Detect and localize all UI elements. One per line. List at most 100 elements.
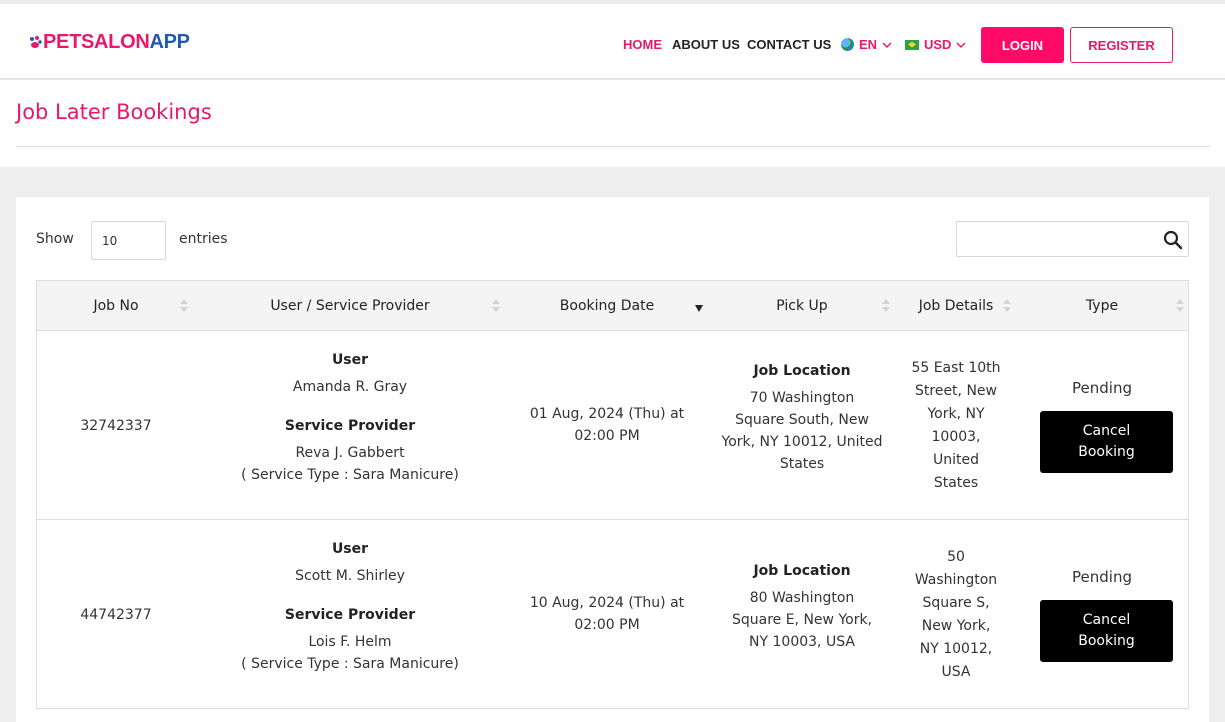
details-line: 10003,: [931, 429, 981, 445]
booking-time-line: 02:00 PM: [574, 617, 640, 633]
status-text: Pending: [1072, 568, 1132, 586]
column-header-job-no[interactable]: Job No: [37, 281, 195, 331]
job-details-cell: 55 East 10th Street, New York, NY 10003,…: [899, 357, 1013, 495]
column-label: User / Service Provider: [270, 298, 430, 314]
user-heading: User: [331, 541, 369, 557]
service-type: ( Service Type : Sara Manicure): [241, 656, 459, 672]
job-no-cell: 44742377: [80, 607, 152, 623]
provider-heading: Service Provider: [284, 607, 416, 623]
details-line: New York,: [921, 618, 991, 634]
column-header-pick-up[interactable]: Pick Up: [717, 281, 887, 331]
column-header-type[interactable]: Type: [1017, 281, 1187, 331]
sort-icon[interactable]: [1003, 298, 1011, 314]
sort-icon[interactable]: [1176, 298, 1184, 314]
pickup-line: Square E, New York,: [731, 612, 873, 628]
provider-name: Reva J. Gabbert: [295, 445, 405, 461]
search-input[interactable]: [957, 222, 1157, 256]
register-button[interactable]: REGISTER: [1070, 27, 1173, 63]
details-line: States: [933, 475, 979, 491]
sort-icon[interactable]: [882, 298, 890, 314]
sort-icon[interactable]: [492, 298, 500, 314]
logo[interactable]: PETSALON APP: [28, 31, 190, 54]
pickup-line: NY 10003, USA: [749, 634, 855, 650]
title-divider: [16, 146, 1210, 147]
nav-home[interactable]: HOME: [623, 37, 662, 52]
column-label: Booking Date: [559, 298, 655, 314]
sort-descending-icon[interactable]: [695, 305, 703, 312]
entries-count-input[interactable]: [91, 221, 166, 260]
nav-about-us[interactable]: ABOUT US: [672, 37, 740, 52]
table-header: Job No User / Service Provider Booking D…: [37, 281, 1188, 331]
cancel-booking-button[interactable]: Cancel Booking: [1040, 600, 1173, 662]
pickup-line: 80 Washington: [749, 590, 855, 606]
pickup-cell: Job Location 80 Washington Square E, New…: [717, 560, 887, 653]
top-header: PETSALON APP HOME ABOUT US CONTACT US EN …: [0, 0, 1225, 80]
details-line: 50: [947, 549, 965, 565]
currency-value: USD: [924, 37, 952, 52]
logo-text-part2: APP: [149, 31, 191, 53]
search-icon[interactable]: [1163, 230, 1183, 250]
details-line: Street, New: [915, 383, 997, 399]
page-title: Job Later Bookings: [16, 100, 212, 124]
details-line: 55 East 10th: [911, 360, 1001, 376]
details-line: Square S,: [922, 595, 990, 611]
column-header-user-provider[interactable]: User / Service Provider: [195, 281, 505, 331]
button-label: Booking: [1078, 633, 1135, 649]
nav-contact-us[interactable]: CONTACT US: [747, 37, 831, 52]
column-header-job-details[interactable]: Job Details: [899, 281, 1013, 331]
user-heading: User: [331, 352, 369, 368]
details-line: USA: [941, 664, 971, 680]
job-no-cell: 32742337: [80, 418, 152, 434]
column-label: Type: [1085, 298, 1119, 314]
provider-name: Lois F. Helm: [308, 634, 392, 650]
bookings-table: Job No User / Service Provider Booking D…: [36, 280, 1189, 709]
job-details-cell: 50 Washington Square S, New York, NY 100…: [899, 546, 1013, 684]
globe-icon: [841, 38, 854, 51]
column-label: Pick Up: [776, 298, 828, 314]
table-row: 44742377 User Scott M. Shirley Service P…: [37, 520, 1188, 709]
login-button[interactable]: LOGIN: [981, 27, 1064, 63]
details-line: United: [933, 452, 979, 468]
provider-heading: Service Provider: [284, 418, 416, 434]
booking-time-line: 02:00 PM: [574, 428, 640, 444]
currency-dropdown[interactable]: USD: [905, 37, 966, 52]
button-label: Cancel: [1082, 423, 1131, 439]
pickup-line: York, NY 10012, United: [721, 434, 883, 450]
booking-date-line: 10 Aug, 2024 (Thu) at: [529, 595, 685, 611]
logo-text-part1: PETSALON: [43, 31, 150, 53]
pickup-line: Square South, New: [735, 412, 869, 428]
pickup-cell: Job Location 70 Washington Square South,…: [717, 360, 887, 475]
status-text: Pending: [1072, 379, 1132, 397]
chevron-down-icon: [882, 42, 892, 48]
column-label: Job Details: [918, 298, 994, 314]
user-name: Scott M. Shirley: [295, 568, 405, 584]
pickup-heading: Job Location: [753, 363, 851, 379]
entries-label: entries: [179, 231, 228, 247]
sort-icon[interactable]: [180, 298, 188, 314]
column-header-booking-date[interactable]: Booking Date: [505, 281, 709, 331]
paw-icon: [30, 35, 42, 48]
column-label: Job No: [93, 298, 139, 314]
user-provider-cell: User Amanda R. Gray Service Provider Rev…: [195, 349, 505, 486]
table-row: 32742337 User Amanda R. Gray Service Pro…: [37, 331, 1188, 520]
flag-icon: [905, 39, 919, 50]
user-provider-cell: User Scott M. Shirley Service Provider L…: [195, 538, 505, 675]
details-line: NY 10012,: [919, 641, 993, 657]
language-value: EN: [859, 37, 878, 52]
details-line: York, NY: [927, 406, 985, 422]
button-label: Cancel: [1082, 612, 1131, 628]
chevron-down-icon: [956, 42, 966, 48]
booking-date-line: 01 Aug, 2024 (Thu) at: [529, 406, 685, 422]
show-label: Show: [36, 231, 74, 247]
pickup-line: States: [779, 456, 825, 472]
button-label: Booking: [1078, 444, 1135, 460]
language-dropdown[interactable]: EN: [841, 37, 892, 52]
booking-date-cell: 10 Aug, 2024 (Thu) at 02:00 PM: [505, 592, 709, 636]
booking-date-cell: 01 Aug, 2024 (Thu) at 02:00 PM: [505, 403, 709, 447]
search-box: [956, 221, 1189, 257]
user-name: Amanda R. Gray: [292, 379, 408, 395]
details-line: Washington: [914, 572, 998, 588]
pickup-line: 70 Washington: [749, 390, 855, 406]
pickup-heading: Job Location: [753, 563, 851, 579]
cancel-booking-button[interactable]: Cancel Booking: [1040, 411, 1173, 473]
